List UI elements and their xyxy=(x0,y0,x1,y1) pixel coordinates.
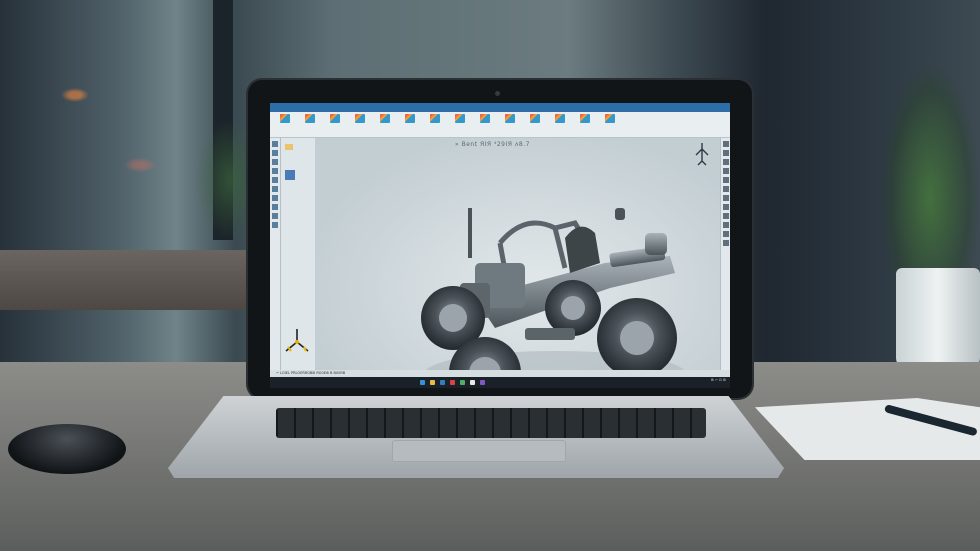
tool-icon[interactable] xyxy=(272,150,278,156)
shell-icon[interactable] xyxy=(424,114,446,134)
browser-icon[interactable] xyxy=(440,380,445,385)
app-icon[interactable] xyxy=(450,380,455,385)
app-icon[interactable] xyxy=(480,380,485,385)
wheel-rear-right xyxy=(597,298,677,378)
pattern-icon[interactable] xyxy=(449,114,471,134)
view-tool-icon[interactable] xyxy=(723,186,729,192)
view-tool-icon[interactable] xyxy=(723,231,729,237)
tool-icon[interactable] xyxy=(272,159,278,165)
tool-icon[interactable] xyxy=(272,177,278,183)
tool-icon[interactable] xyxy=(272,168,278,174)
view-tool-icon[interactable] xyxy=(723,150,729,156)
view-tool-icon[interactable] xyxy=(723,159,729,165)
tool-icon[interactable] xyxy=(272,222,278,228)
trackpad[interactable] xyxy=(392,440,566,462)
left-toolbar xyxy=(270,138,281,370)
view-tool-icon[interactable] xyxy=(723,141,729,147)
folder-icon[interactable] xyxy=(430,380,435,385)
start-icon[interactable] xyxy=(420,380,425,385)
tool-icon[interactable] xyxy=(272,141,278,147)
view-tool-icon[interactable] xyxy=(723,204,729,210)
right-toolbar xyxy=(720,138,730,370)
laptop-screen: » Bent ЯIЯ ⁴29IЯ ʌ8.7 ⌐ LGIEL PRLOERRGB⊞… xyxy=(270,103,730,388)
view-orientation-icon[interactable] xyxy=(692,141,712,169)
mate-icon[interactable] xyxy=(524,114,546,134)
cad-titlebar xyxy=(270,103,730,112)
tool-icon[interactable] xyxy=(272,186,278,192)
sketch-icon[interactable] xyxy=(299,114,321,134)
os-taskbar: ⊞ ⌐ ⊡ ⊞ xyxy=(270,377,730,388)
assembly-icon[interactable] xyxy=(499,114,521,134)
buggy-3d-model[interactable] xyxy=(405,188,695,388)
part-icon[interactable] xyxy=(285,170,295,180)
view-tool-icon[interactable] xyxy=(723,195,729,201)
webcam xyxy=(495,91,500,96)
plant-right xyxy=(880,60,980,290)
part-icon[interactable] xyxy=(274,114,296,134)
view-tool-icon[interactable] xyxy=(723,177,729,183)
plant-pot xyxy=(896,268,980,368)
background-desk xyxy=(0,250,250,310)
measure-icon[interactable] xyxy=(574,114,596,134)
view-tool-icon[interactable] xyxy=(723,222,729,228)
tool-icon[interactable] xyxy=(272,213,278,219)
computer-mouse xyxy=(8,424,126,474)
mirror-icon[interactable] xyxy=(474,114,496,134)
taskbar-clock: ⊞ ⌐ ⊡ ⊞ xyxy=(710,378,726,382)
cad-ribbon-toolbar xyxy=(270,112,730,138)
app-icon[interactable] xyxy=(470,380,475,385)
fillet-icon[interactable] xyxy=(374,114,396,134)
status-bar: ⌐ LGIEL PRLOERRGB⊞ RG0E⊞ B B00RB xyxy=(270,370,730,377)
revolve-icon[interactable] xyxy=(349,114,371,134)
wheel-rear-left xyxy=(545,280,601,336)
drawing-icon[interactable] xyxy=(549,114,571,134)
3d-viewport[interactable] xyxy=(315,138,720,388)
extrude-icon[interactable] xyxy=(324,114,346,134)
keyboard[interactable] xyxy=(276,408,706,438)
viewport-title: » Bent ЯIЯ ⁴29IЯ ʌ8.7 xyxy=(455,141,530,148)
tool-icon[interactable] xyxy=(272,195,278,201)
view-tool-icon[interactable] xyxy=(723,213,729,219)
folder-icon[interactable] xyxy=(285,144,293,150)
view-tool-icon[interactable] xyxy=(723,168,729,174)
view-tool-icon[interactable] xyxy=(723,240,729,246)
render-icon[interactable] xyxy=(599,114,621,134)
tool-icon[interactable] xyxy=(272,204,278,210)
app-icon[interactable] xyxy=(460,380,465,385)
axis-triad-icon xyxy=(285,329,309,352)
chamfer-icon[interactable] xyxy=(399,114,421,134)
